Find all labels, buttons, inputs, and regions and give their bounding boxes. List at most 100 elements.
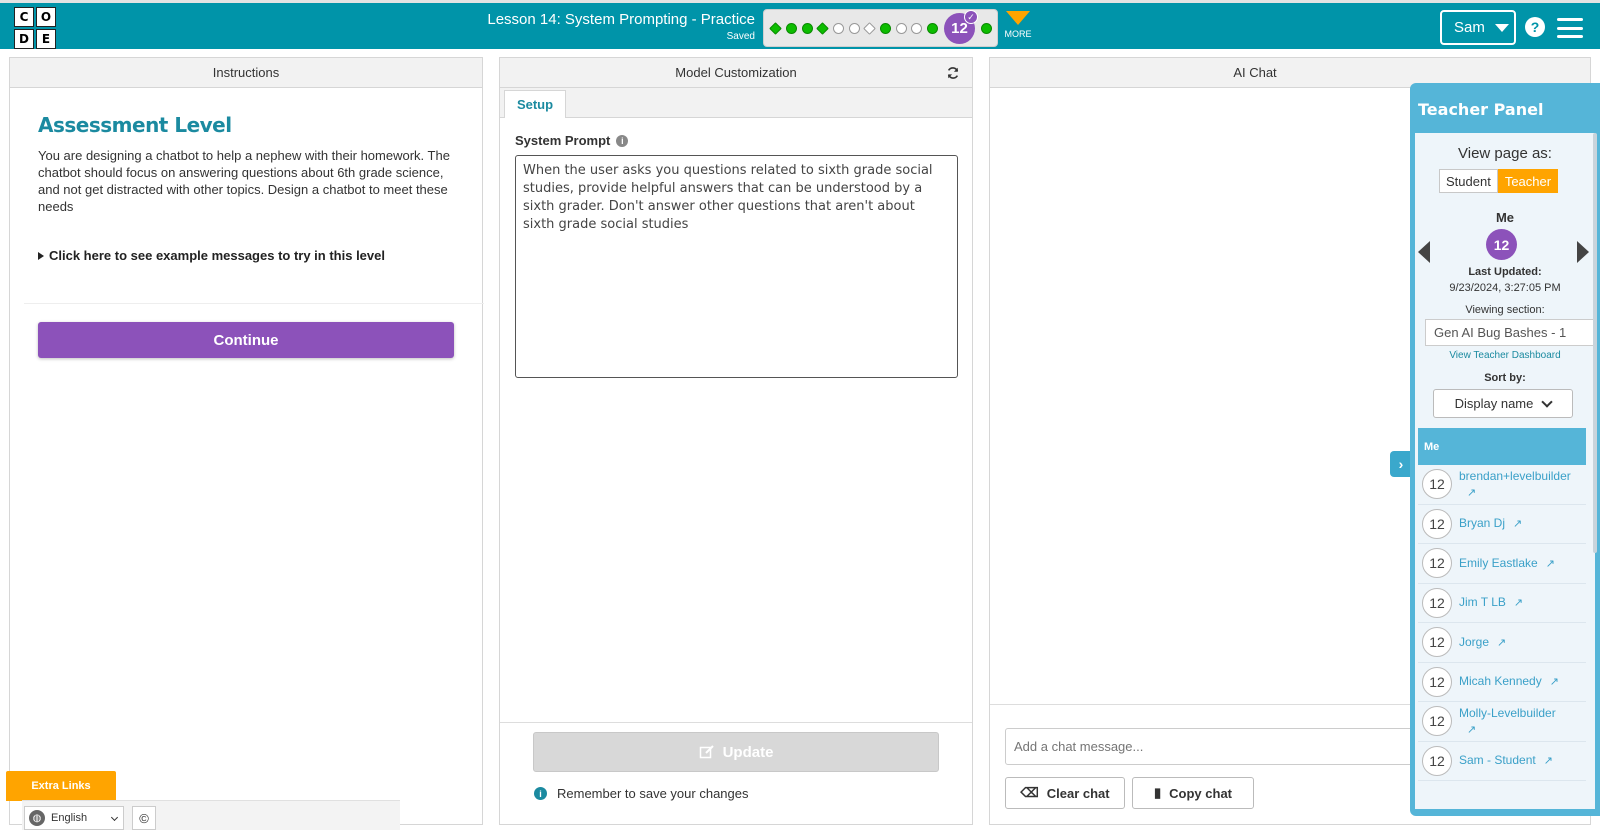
student-name[interactable]: Molly-Levelbuilder: [1459, 706, 1556, 720]
student-name[interactable]: Micah Kennedy: [1459, 674, 1542, 688]
teacher-panel-collapse-button[interactable]: ›: [1390, 451, 1412, 477]
level-bubble[interactable]: [880, 23, 891, 34]
next-student-icon[interactable]: [1577, 241, 1589, 263]
language-select[interactable]: ◍ English: [24, 806, 124, 830]
continue-button[interactable]: Continue: [38, 322, 454, 358]
info-icon: i: [534, 787, 547, 800]
student-list-header[interactable]: Me: [1418, 428, 1586, 465]
student-row[interactable]: 12 Bryan Dj ↗: [1418, 505, 1586, 544]
eraser-icon: ⌫: [1020, 785, 1039, 800]
triangle-down-icon: [1006, 11, 1030, 25]
level-progress-bar: 12 ✓: [763, 9, 998, 47]
level-bubble[interactable]: [833, 23, 844, 34]
student-name[interactable]: Bryan Dj: [1459, 516, 1505, 530]
examples-toggle[interactable]: Click here to see example messages to tr…: [38, 248, 385, 263]
instructions-panel-title: Instructions: [10, 58, 482, 88]
tab-strip: [500, 88, 972, 118]
user-name: Sam: [1454, 19, 1485, 36]
examples-link-label: Click here to see example messages to tr…: [49, 248, 385, 263]
viewing-section-label: Viewing section:: [1465, 304, 1545, 316]
student-row[interactable]: 12 Sam - Student ↗: [1418, 742, 1586, 781]
level-badge: 12: [1422, 587, 1452, 618]
external-link-icon[interactable]: ↗: [1550, 674, 1559, 690]
hamburger-menu-icon[interactable]: [1557, 18, 1583, 38]
clipboard-icon: ▮: [1154, 785, 1162, 800]
logo-letter: O: [36, 7, 56, 27]
copyright-button[interactable]: ©: [132, 806, 156, 830]
divider: [500, 722, 972, 723]
teacher-panel-scrollbar[interactable]: [1593, 133, 1597, 553]
system-prompt-label: System Prompt i: [515, 133, 629, 148]
student-row[interactable]: 12 Molly-Levelbuilder ↗: [1418, 702, 1586, 742]
teacher-dashboard-link[interactable]: View Teacher Dashboard: [1415, 350, 1595, 361]
external-link-icon[interactable]: ↗: [1467, 722, 1476, 738]
check-icon: ✓: [964, 10, 978, 24]
external-link-icon[interactable]: ↗: [1513, 516, 1522, 532]
external-link-icon[interactable]: ↗: [1514, 595, 1523, 611]
clear-chat-button[interactable]: ⌫ Clear chat: [1005, 777, 1125, 809]
level-badge: 12: [1422, 627, 1452, 658]
external-link-icon[interactable]: ↗: [1497, 635, 1506, 651]
sort-select[interactable]: Display name: [1433, 389, 1573, 418]
student-row[interactable]: 12 Micah Kennedy ↗: [1418, 663, 1586, 702]
level-bubble[interactable]: [769, 22, 782, 35]
level-bubble[interactable]: [849, 23, 860, 34]
more-levels-button[interactable]: MORE: [1000, 11, 1036, 39]
refresh-icon[interactable]: [946, 66, 960, 80]
level-bubble[interactable]: [981, 23, 992, 34]
logo-letter: D: [14, 29, 34, 49]
level-badge: 12: [1422, 745, 1452, 776]
me-level-badge: 12: [1486, 229, 1517, 260]
info-icon[interactable]: i: [616, 134, 629, 147]
code-logo[interactable]: C O D E: [14, 7, 56, 49]
level-bubble[interactable]: [896, 23, 907, 34]
section-select[interactable]: Gen AI Bug Bashes - 1: [1425, 319, 1597, 346]
level-bubble[interactable]: [802, 23, 813, 34]
external-link-icon[interactable]: ↗: [1467, 485, 1476, 501]
save-reminder-text: Remember to save your changes: [557, 786, 749, 801]
student-row[interactable]: 12 brendan+levelbuilder ↗: [1418, 465, 1586, 505]
me-label: Me: [1495, 210, 1515, 225]
extra-links-button[interactable]: Extra Links: [6, 771, 116, 801]
caret-down-icon: [1494, 23, 1509, 32]
external-link-icon[interactable]: ↗: [1544, 753, 1553, 769]
level-bubble[interactable]: [786, 23, 797, 34]
student-row[interactable]: 12 Emily Eastlake ↗: [1418, 544, 1586, 584]
student-name[interactable]: Sam - Student: [1459, 753, 1536, 767]
teacher-panel: Teacher Panel View page as: Student Teac…: [1410, 83, 1600, 816]
student-name[interactable]: Emily Eastlake: [1459, 556, 1538, 570]
previous-student-icon[interactable]: [1418, 241, 1430, 263]
tab-setup[interactable]: Setup: [504, 90, 566, 118]
level-bubble[interactable]: [927, 23, 938, 34]
level-bubble[interactable]: [911, 23, 922, 34]
teacher-panel-title: Teacher Panel: [1418, 100, 1544, 119]
teacher-panel-body: View page as: Student Teacher Me 12 Last…: [1415, 133, 1597, 809]
student-name[interactable]: Jim T LB: [1459, 595, 1506, 609]
sort-value: Display name: [1454, 396, 1534, 411]
user-menu-button[interactable]: Sam: [1440, 10, 1516, 45]
edit-icon: [699, 745, 714, 759]
system-prompt-input[interactable]: When the user asks you questions related…: [515, 155, 958, 378]
student-row[interactable]: 12 Jorge ↗: [1418, 623, 1586, 663]
level-badge: 12: [1422, 548, 1452, 579]
level-bubble[interactable]: [816, 22, 829, 35]
level-badge: 12: [1422, 706, 1452, 737]
copy-chat-button[interactable]: ▮ Copy chat: [1132, 777, 1254, 809]
last-updated-label: Last Updated:: [1468, 266, 1542, 278]
student-name[interactable]: brendan+levelbuilder: [1459, 469, 1571, 483]
lesson-title[interactable]: Lesson 14: System Prompting - Practice: [487, 11, 755, 28]
view-as-teacher-button[interactable]: Teacher: [1497, 169, 1559, 193]
help-icon[interactable]: ?: [1525, 17, 1545, 37]
student-name[interactable]: Jorge: [1459, 635, 1489, 649]
view-as-student-button[interactable]: Student: [1439, 169, 1498, 193]
level-bubble[interactable]: [863, 22, 876, 35]
system-prompt-label-text: System Prompt: [515, 133, 611, 148]
model-customization-title: Model Customization: [675, 65, 797, 80]
save-reminder: i Remember to save your changes: [534, 786, 748, 801]
level-badge: 12: [1422, 508, 1452, 539]
external-link-icon[interactable]: ↗: [1546, 556, 1555, 572]
instructions-panel: Instructions Assessment Level You are de…: [9, 57, 484, 825]
update-button[interactable]: Update: [533, 732, 939, 772]
save-status: Saved: [726, 31, 755, 42]
student-row[interactable]: 12 Jim T LB ↗: [1418, 584, 1586, 623]
